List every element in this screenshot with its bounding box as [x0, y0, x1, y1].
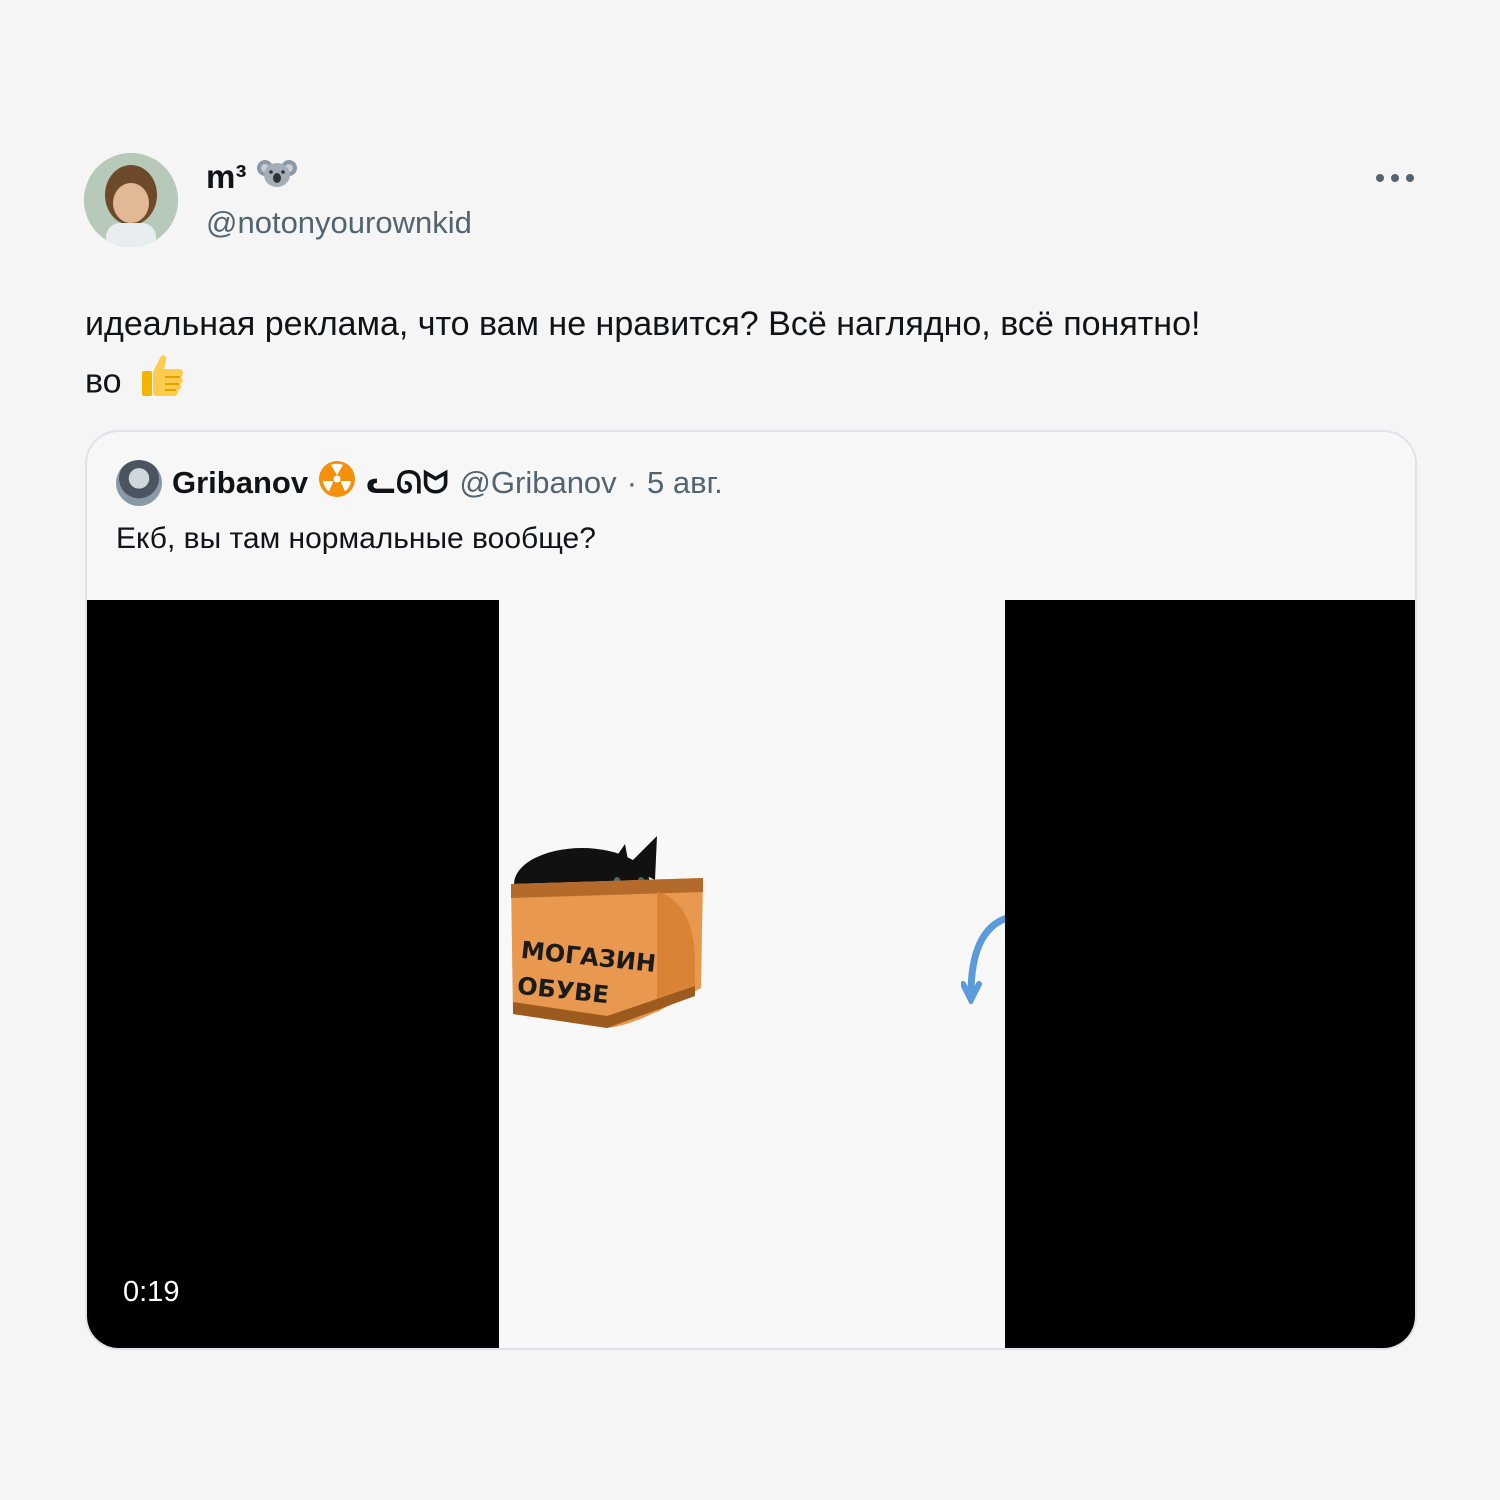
more-icon	[1376, 174, 1414, 182]
sticker-label: МОГАЗИН ОБУВЕ	[515, 932, 662, 1018]
quoted-tweet-date[interactable]: 5 авг.	[647, 465, 723, 501]
author-avatar[interactable]	[84, 153, 178, 247]
tweet-text-line-2: во	[85, 352, 1425, 415]
quoted-author-handle[interactable]: @Gribanov	[459, 465, 616, 501]
letterbox-right	[1005, 600, 1415, 1348]
quoted-tweet-text: Екб, вы там нормальные вообще?	[116, 522, 596, 555]
koala-icon	[256, 156, 297, 198]
quoted-tweet-header: Gribanov ᓚᘏᗢ @Gribanov · 5 авг.	[116, 460, 723, 506]
video-player[interactable]: МОГАЗИН ОБУВЕ 0:19	[87, 600, 1415, 1348]
more-options-button[interactable]	[1368, 160, 1422, 196]
quoted-author-name[interactable]: Gribanov	[172, 465, 308, 501]
video-frame: МОГАЗИН ОБУВЕ	[499, 600, 1011, 1348]
quoted-author-name-glyphs: ᓚᘏᗢ	[366, 464, 450, 500]
quoted-tweet-card[interactable]: Gribanov ᓚᘏᗢ @Gribanov · 5 авг. Екб, вы …	[85, 430, 1417, 1350]
video-duration-badge: 0:19	[123, 1276, 180, 1308]
tweet-text: идеальная реклама, что вам не нравится? …	[85, 296, 1425, 415]
header-separator: ·	[626, 465, 638, 500]
radioactive-icon	[318, 460, 356, 506]
letterbox-left	[87, 600, 499, 1348]
quoted-author-avatar[interactable]	[116, 460, 162, 506]
author-name-text: m³	[206, 158, 247, 195]
tweet-text-line-1: идеальная реклама, что вам не нравится? …	[85, 305, 1201, 343]
curved-arrow-icon	[960, 912, 1011, 1009]
author-display-name[interactable]: m³	[206, 156, 297, 198]
cat-shop-sticker: МОГАЗИН ОБУВЕ	[507, 836, 717, 1041]
thumbs-up-icon	[139, 352, 185, 415]
author-handle[interactable]: @notonyourownkid	[206, 205, 472, 241]
tweet-text-line-2-words: во	[85, 362, 122, 401]
